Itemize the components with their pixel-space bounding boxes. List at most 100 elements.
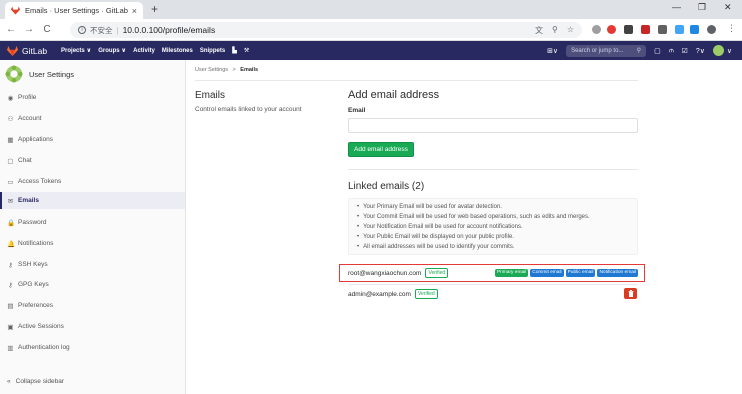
info-item: All email addresses will be used to iden…: [357, 242, 637, 252]
sidebar-item-label: Profile: [18, 94, 37, 101]
log-icon: ▥: [7, 344, 14, 352]
search-input[interactable]: Search or jump to... ⚲: [566, 44, 647, 57]
sidebar-item-label: Authentication log: [18, 344, 70, 351]
chart-icon[interactable]: ▙: [232, 47, 237, 54]
browser-toolbar: ← → C i 不安全 | 10.0.0.100/profile/emails …: [0, 19, 742, 41]
extension-icon[interactable]: [658, 25, 667, 34]
add-email-button[interactable]: Add email address: [348, 142, 414, 157]
collapse-sidebar-button[interactable]: « Collapse sidebar: [7, 378, 64, 385]
sidebar-item-preferences[interactable]: ▤ Preferences: [0, 297, 185, 314]
breadcrumb-current[interactable]: Emails: [240, 67, 258, 73]
maximize-icon[interactable]: ❐: [698, 2, 706, 13]
email-field[interactable]: [348, 118, 638, 133]
extension-icon[interactable]: [607, 25, 616, 34]
chat-icon: ▢: [7, 157, 14, 165]
minimize-icon[interactable]: —: [672, 2, 681, 12]
breadcrumb-parent[interactable]: User Settings: [195, 67, 228, 73]
highlight-annotation: [339, 264, 645, 282]
gitlab-logo-icon[interactable]: [7, 45, 18, 56]
sidebar-item-gpg-keys[interactable]: ⚷ GPG Keys: [0, 276, 185, 293]
merge-requests-icon[interactable]: ⫙: [669, 47, 674, 55]
gitlab-favicon-icon: [11, 6, 20, 15]
sidebar-item-authentication-log[interactable]: ▥ Authentication log: [0, 339, 185, 356]
sidebar-item-label: Account: [18, 115, 42, 122]
bookmark-star-icon[interactable]: ☆: [567, 25, 574, 36]
sidebar-item-label: Access Tokens: [18, 178, 62, 185]
preferences-icon: ▤: [7, 302, 14, 310]
sidebar-item-password[interactable]: 🔒 Password: [0, 214, 185, 231]
delete-email-button[interactable]: [624, 288, 637, 299]
sidebar-item-account[interactable]: ⚇ Account: [0, 110, 185, 127]
close-window-icon[interactable]: ✕: [724, 2, 732, 13]
sidebar-item-applications[interactable]: ▦ Applications: [0, 131, 185, 148]
sidebar-item-label: Chat: [18, 157, 32, 164]
sidebar-item-label: Active Sessions: [18, 323, 64, 330]
wrench-icon[interactable]: ⚒: [244, 47, 249, 54]
collapse-sidebar-label: Collapse sidebar: [15, 378, 65, 385]
help-icon[interactable]: ?∨: [696, 47, 705, 55]
reload-icon[interactable]: C: [40, 24, 54, 35]
omnibox-separator: |: [116, 25, 119, 35]
sidebar-item-label: SSH Keys: [18, 261, 48, 268]
address-bar[interactable]: i 不安全 | 10.0.0.100/profile/emails 文 ⚲ ☆: [70, 22, 582, 38]
insecure-label: 不安全: [90, 25, 113, 35]
chevron-down-icon[interactable]: ∨: [727, 47, 732, 55]
sidebar-item-active-sessions[interactable]: ▣ Active Sessions: [0, 318, 185, 335]
nav-activity[interactable]: Activity: [133, 48, 155, 54]
new-dropdown-icon[interactable]: ⊞∨: [547, 47, 558, 55]
info-item: Your Public Email will be displayed on y…: [357, 232, 637, 242]
sidebar-item-notifications[interactable]: 🔔 Notifications: [0, 235, 185, 252]
new-tab-button[interactable]: +: [151, 3, 158, 15]
trash-icon: [628, 290, 633, 297]
sidebar-item-chat[interactable]: ▢ Chat: [0, 152, 185, 169]
nav-milestones[interactable]: Milestones: [162, 48, 193, 54]
sidebar-item-ssh-keys[interactable]: ⚷ SSH Keys: [0, 256, 185, 273]
bell-icon: 🔔: [7, 240, 16, 248]
site-info-icon[interactable]: i: [78, 26, 86, 34]
browser-tab[interactable]: Emails · User Settings · GitLab ×: [5, 2, 143, 19]
sidebar-item-label: Preferences: [18, 302, 54, 309]
translate-icon[interactable]: 文: [535, 25, 543, 36]
email-icon: ✉: [7, 197, 14, 205]
nav-projects[interactable]: Projects ∨: [61, 47, 91, 54]
extension-icon[interactable]: [592, 25, 601, 34]
sidebar-header[interactable]: User Settings: [5, 65, 74, 83]
zoom-icon[interactable]: ⚲: [552, 25, 558, 36]
menu-kebab-icon[interactable]: ⋮: [727, 24, 736, 35]
search-placeholder: Search or jump to...: [571, 47, 624, 54]
tab-close-icon[interactable]: ×: [132, 6, 137, 16]
browser-tabstrip: Emails · User Settings · GitLab × + — ❐ …: [0, 0, 742, 19]
key-icon: ⚷: [8, 261, 13, 269]
user-avatar[interactable]: [712, 45, 724, 56]
issues-icon[interactable]: ▢: [654, 47, 661, 55]
account-icon: ⚇: [7, 115, 14, 123]
search-icon: ⚲: [636, 48, 642, 54]
applications-icon: ▦: [7, 136, 14, 144]
sidebar-item-profile[interactable]: ◉ Profile: [0, 89, 185, 106]
extension-icon[interactable]: [641, 25, 650, 34]
info-item: Your Commit Email will be used for web b…: [357, 212, 637, 222]
url-text[interactable]: 10.0.0.100/profile/emails: [123, 25, 216, 35]
extension-icon[interactable]: [675, 25, 684, 34]
page-description: Control emails linked to your account: [195, 106, 302, 113]
todos-icon[interactable]: ☑: [682, 47, 688, 55]
sidebar-item-label: Emails: [18, 197, 39, 204]
translate-extension-icon[interactable]: [690, 25, 699, 34]
forward-icon[interactable]: →: [22, 24, 36, 35]
sidebar-item-emails[interactable]: ✉ Emails: [0, 192, 185, 209]
sidebar-title: User Settings: [29, 69, 75, 79]
back-icon[interactable]: ←: [4, 24, 18, 35]
nav-groups[interactable]: Groups ∨: [98, 47, 126, 54]
info-box: Your Primary Email will be used for avat…: [348, 198, 638, 255]
verified-badge: Verified: [414, 289, 438, 299]
sidebar-item-label: Notifications: [18, 240, 54, 247]
profile-icon: ◉: [7, 94, 14, 102]
extension-icon[interactable]: [624, 25, 633, 34]
settings-sidebar: User Settings ◉ Profile ⚇ Account ▦ Applica…: [0, 60, 186, 394]
gitlab-brand[interactable]: GitLab: [22, 46, 47, 56]
profile-icon[interactable]: [707, 25, 716, 34]
page-title: Emails: [195, 90, 226, 101]
sidebar-item-access-tokens[interactable]: ▭ Access Tokens: [0, 173, 185, 190]
nav-snippets[interactable]: Snippets: [200, 48, 225, 54]
sidebar-item-label: GPG Keys: [18, 281, 49, 288]
